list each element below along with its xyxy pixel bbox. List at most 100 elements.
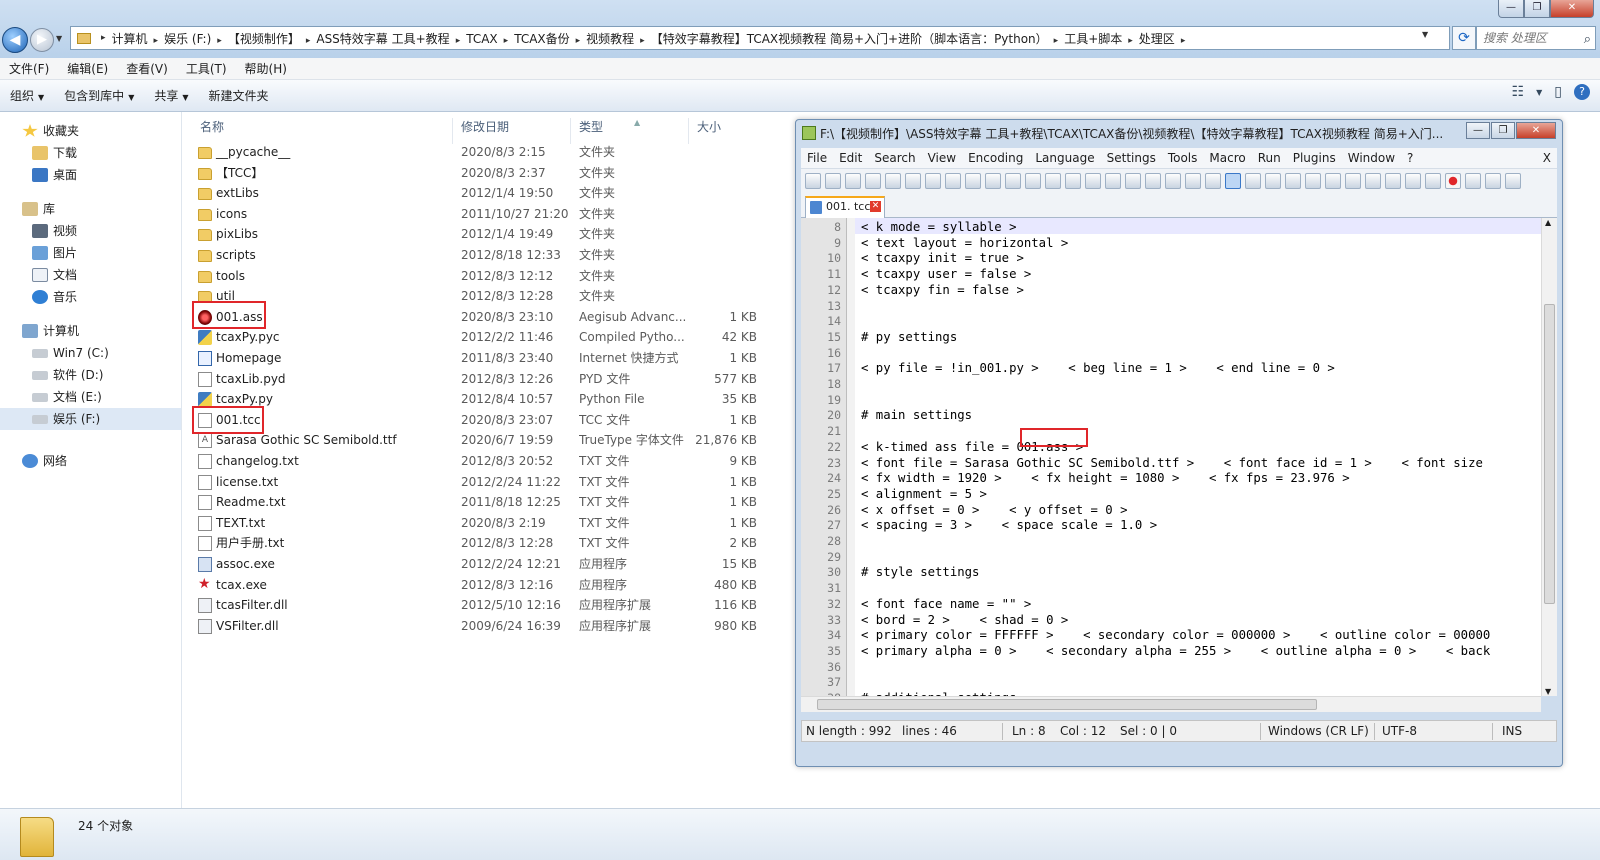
address-dropdown-icon[interactable]: ▼ [1422, 30, 1428, 39]
npp-toolbar-icon[interactable] [1005, 172, 1021, 189]
organize-button[interactable]: 组织 ▼ [0, 87, 54, 104]
code-line[interactable]: < spacing = 3 > < space scale = 1.0 > [861, 518, 1157, 532]
minimize-button[interactable]: — [1498, 0, 1524, 18]
breadcrumb-item[interactable]: 计算机 [112, 32, 148, 46]
npp-toolbar-icon[interactable] [1305, 172, 1321, 189]
npp-close-button[interactable]: ✕ [1516, 122, 1556, 139]
file-row[interactable]: VSFilter.dll 2009/6/24 16:39 应用程序扩展 980 KB [190, 616, 790, 637]
npp-menu-help[interactable]: ? [1401, 151, 1419, 165]
new-folder-button[interactable]: 新建文件夹 [199, 87, 279, 104]
address-bar[interactable]: ▸ 计算机 ▸ 娱乐 (F:) ▸ 【视频制作】 ▸ ASS特效字幕 工具+教程 ▸ TCAX ▸… [70, 26, 1450, 50]
tab-001-tcc[interactable]: 001. tcc ✕ [805, 196, 885, 218]
preview-pane-icon[interactable]: ▯ [1554, 84, 1562, 100]
history-dropdown-icon[interactable]: ▼ [56, 34, 62, 43]
chevron-right-icon[interactable]: ▸ [217, 36, 222, 46]
npp-toolbar-icon[interactable] [1065, 172, 1081, 189]
nav-computer[interactable]: 计算机 [0, 320, 181, 342]
npp-menu-run[interactable]: Run [1252, 151, 1287, 165]
file-row[interactable]: tools 2012/8/3 12:12 文件夹 [190, 266, 790, 287]
npp-toolbar-icon[interactable] [965, 172, 981, 189]
npp-toolbar-icon[interactable] [1405, 172, 1421, 189]
npp-menu-settings[interactable]: Settings [1101, 151, 1162, 165]
code-line[interactable]: < tcaxpy init = true > [861, 251, 1024, 265]
breadcrumb-item[interactable]: TCAX备份 [514, 32, 569, 46]
view-mode-icon[interactable]: ☷ [1512, 84, 1525, 100]
file-row[interactable]: scripts 2012/8/18 12:33 文件夹 [190, 245, 790, 266]
npp-toolbar-icon[interactable] [1465, 172, 1481, 189]
npp-toolbar-icon[interactable] [1245, 172, 1261, 189]
code-line[interactable]: < tcaxpy fin = false > [861, 283, 1024, 297]
file-row[interactable]: tcaxPy.py 2012/8/4 10:57 Python File 35 KB [190, 389, 790, 410]
nav-music[interactable]: 音乐 [0, 286, 181, 308]
file-row[interactable]: 001.ass 2020/8/3 23:10 Aegisub Advanc... 1 … [190, 307, 790, 328]
npp-toolbar-icon[interactable] [1445, 172, 1461, 189]
npp-toolbar-icon[interactable] [845, 172, 861, 189]
file-row[interactable]: assoc.exe 2012/2/24 12:21 应用程序 15 KB [190, 554, 790, 575]
scroll-down-icon[interactable]: ▼ [1545, 687, 1551, 696]
npp-menu-window[interactable]: Window [1342, 151, 1401, 165]
chevron-right-icon[interactable]: ▸ [306, 36, 311, 46]
npp-toolbar-icon[interactable] [1505, 172, 1521, 189]
breadcrumb[interactable]: 计算机 ▸ 娱乐 (F:) ▸ 【视频制作】 ▸ ASS特效字幕 工具+教程 ▸ TCAX ▸ TC… [110, 30, 1190, 47]
chevron-right-icon[interactable]: ▸ [154, 36, 159, 46]
back-arrow-icon[interactable]: ◀ [2, 27, 28, 53]
notepadpp-window[interactable]: F:\【视频制作】\ASS特效字幕 工具+教程\TCAX\TCAX备份\视频教程… [795, 119, 1563, 767]
nav-drive-d[interactable]: 软件 (D:) [0, 364, 181, 386]
close-button[interactable]: ✕ [1550, 0, 1594, 18]
file-row[interactable]: ★ tcax.exe 2012/8/3 12:16 应用程序 480 KB [190, 575, 790, 596]
horizontal-scrollbar[interactable] [801, 696, 1541, 712]
chevron-right-icon[interactable]: ▸ [1054, 36, 1059, 46]
breadcrumb-item[interactable]: 娱乐 (F:) [164, 32, 211, 46]
code-line[interactable]: < k mode = syllable > [861, 220, 1016, 234]
menu-help[interactable]: 帮助(H) [236, 60, 296, 77]
tab-close-icon[interactable]: ✕ [870, 201, 881, 212]
npp-minimize-button[interactable]: — [1466, 122, 1490, 139]
file-row[interactable]: tcaxLib.pyd 2012/8/3 12:26 PYD 文件 577 KB [190, 369, 790, 390]
file-row[interactable]: 001.tcc 2020/8/3 23:07 TCC 文件 1 KB [190, 410, 790, 431]
column-size[interactable]: 大小 [697, 118, 721, 135]
npp-menu-macro[interactable]: Macro [1203, 151, 1251, 165]
nav-desktop[interactable]: 桌面 [0, 164, 181, 186]
nav-drive-e[interactable]: 文档 (E:) [0, 386, 181, 408]
chevron-right-icon[interactable]: ▸ [576, 36, 581, 46]
chevron-right-icon[interactable]: ▸ [101, 33, 106, 43]
file-row[interactable]: changelog.txt 2012/8/3 20:52 TXT 文件 9 KB [190, 451, 790, 472]
maximize-button[interactable]: ❐ [1524, 0, 1550, 18]
column-type[interactable]: 类型 [579, 118, 603, 135]
chevron-right-icon[interactable]: ▸ [456, 36, 461, 46]
breadcrumb-item[interactable]: TCAX [466, 32, 497, 46]
code-line[interactable]: < font file = Sarasa Gothic SC Semibold.… [861, 456, 1483, 470]
code-line[interactable]: < primary alpha = 0 > < secondary alpha … [861, 644, 1490, 658]
file-row[interactable]: TEXT.txt 2020/8/3 2:19 TXT 文件 1 KB [190, 513, 790, 534]
help-icon[interactable]: ? [1574, 84, 1590, 100]
code-line[interactable]: < tcaxpy user = false > [861, 267, 1031, 281]
npp-toolbar-icon[interactable] [1045, 172, 1061, 189]
file-row[interactable]: pixLibs 2012/1/4 19:49 文件夹 [190, 224, 790, 245]
npp-toolbar-icon[interactable] [1145, 172, 1161, 189]
npp-menu-encoding[interactable]: Encoding [962, 151, 1029, 165]
code-line[interactable]: < fx width = 1920 > < fx height = 1080 >… [861, 471, 1350, 485]
file-row[interactable]: A Sarasa Gothic SC Semibold.ttf 2020/6/7 1… [190, 430, 790, 451]
breadcrumb-item[interactable]: 【特效字幕教程】TCAX视频教程 简易+入门+进阶（脚本语言：Python） [651, 32, 1048, 46]
refresh-icon[interactable]: ⟳ [1452, 26, 1476, 50]
nav-drive-f[interactable]: 娱乐 (F:) [0, 408, 181, 430]
npp-menu-search[interactable]: Search [868, 151, 921, 165]
npp-toolbar-icon[interactable] [1485, 172, 1501, 189]
code-line[interactable]: # style settings [861, 565, 979, 579]
status-eol[interactable]: Windows (CR LF) [1268, 724, 1369, 738]
npp-menu-plugins[interactable]: Plugins [1287, 151, 1342, 165]
nav-libraries[interactable]: 库 [0, 198, 181, 220]
nav-documents[interactable]: 文档 [0, 264, 181, 286]
npp-toolbar-icon[interactable] [905, 172, 921, 189]
file-row[interactable]: license.txt 2012/2/24 11:22 TXT 文件 1 KB [190, 472, 790, 493]
npp-toolbar-icon[interactable] [1105, 172, 1121, 189]
menu-tools[interactable]: 工具(T) [177, 60, 236, 77]
column-name[interactable]: 名称 [200, 118, 224, 135]
chevron-right-icon[interactable]: ▸ [504, 36, 509, 46]
search-input[interactable]: 搜索 处理区 ⌕ [1476, 26, 1596, 50]
npp-menu-language[interactable]: Language [1029, 151, 1100, 165]
chevron-right-icon[interactable]: ▸ [640, 36, 645, 46]
npp-toolbar-icon[interactable] [1205, 172, 1221, 189]
code-line[interactable]: # main settings [861, 408, 972, 422]
file-row[interactable]: tcasFilter.dll 2012/5/10 12:16 应用程序扩展 116 K… [190, 595, 790, 616]
